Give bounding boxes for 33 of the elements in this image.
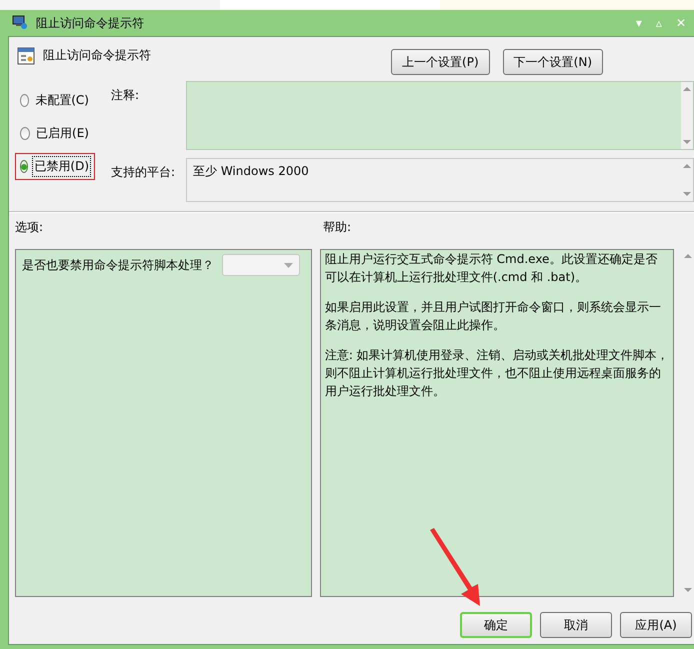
radio-button[interactable] (20, 94, 30, 107)
option-question: 是否也要禁用命令提示符脚本处理？ (22, 257, 214, 274)
help-text: 注意: 如果计算机使用登录、注销、启动或关机批处理文件脚本，则不阻止计算机运行批处理文件，也不阻止使用远程桌面服务的用户运行批处理文件。 (324, 347, 670, 400)
help-text: 如果启用此设置，并且用户试图打开命令窗口，则系统会显示一条消息，说明设置会阻止此操作。 (324, 299, 662, 334)
scroll-up-icon[interactable] (683, 253, 694, 259)
platform-text: 至少 Windows 2000 (192, 163, 310, 180)
dropdown[interactable] (222, 254, 300, 276)
scroll-down-icon[interactable] (683, 587, 694, 593)
radio-label: 未配置(C) (34, 92, 90, 109)
radio-label: 已禁用(D) (33, 157, 90, 176)
policy-icon (17, 47, 35, 65)
section-label: 帮助: (323, 219, 352, 236)
scroll-up-icon[interactable] (682, 86, 692, 92)
scroll-down-icon[interactable] (682, 191, 692, 197)
comment-field[interactable] (186, 81, 694, 150)
caret-icon (284, 262, 293, 268)
field-label: 注释: (111, 87, 140, 104)
scroll-up-icon[interactable] (682, 163, 692, 169)
scroll-down-icon[interactable] (682, 139, 692, 145)
setting-title: 阻止访问命令提示符 (43, 47, 151, 64)
dialog-button[interactable]: 应用(A) (620, 612, 692, 638)
help-text: 阻止用户运行交互式命令提示符 Cmd.exe。此设置还确定是否可以在计算机上运行批处理文件(.cmd 和 .bat)。 (324, 251, 658, 286)
scrollbar[interactable] (681, 82, 693, 149)
dialog-button[interactable]: 取消 (540, 612, 612, 638)
radio-label: 已启用(E) (35, 125, 90, 142)
section-label: 选项: (15, 219, 44, 236)
radio-button[interactable] (20, 127, 30, 140)
nav-button[interactable]: 上一个设置(P) (391, 49, 490, 75)
window-title: 阻止访问命令提示符 (36, 14, 144, 32)
nav-button[interactable]: 下一个设置(N) (502, 49, 603, 75)
dialog-button[interactable]: 确定 (460, 612, 532, 638)
field-label: 支持的平台: (111, 164, 176, 181)
radio-button[interactable] (20, 160, 28, 173)
